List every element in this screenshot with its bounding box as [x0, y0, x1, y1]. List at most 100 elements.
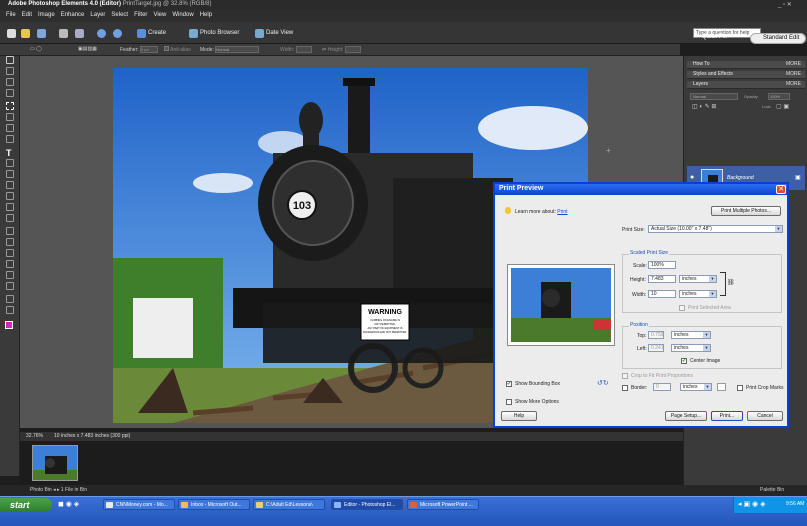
shape-tool-icon[interactable] — [6, 282, 14, 290]
magic-wand-tool-icon[interactable] — [6, 124, 14, 132]
layer-tools-icons[interactable]: ◫ ◐ ✎ ⊞ — [692, 103, 716, 110]
straighten-tool-icon[interactable] — [6, 181, 14, 189]
border-unit-select[interactable]: inches ▼ — [680, 383, 712, 391]
photo-bin-toggle[interactable]: Photo Bin ◂ ▸ 1 File in Bin — [30, 487, 87, 493]
height-input[interactable]: 7.483 — [648, 275, 676, 283]
lasso-tool-icon[interactable] — [6, 113, 14, 121]
red-eye-tool-icon[interactable] — [6, 192, 14, 200]
menu-item[interactable]: Layer — [90, 12, 105, 18]
move-tool-icon[interactable] — [6, 56, 14, 64]
hand-tool-icon[interactable] — [6, 78, 14, 86]
print-multiple-photos-button[interactable]: Print Multiple Photos... — [711, 206, 781, 216]
help-button[interactable]: Help — [501, 411, 537, 421]
width-input[interactable]: 10 — [648, 290, 676, 298]
menu-item[interactable]: View — [153, 12, 166, 18]
close-icon[interactable]: ✕ — [776, 185, 786, 194]
swap-icon[interactable]: ⇄ — [322, 47, 326, 53]
rotate-icon[interactable]: ↺↻ — [597, 379, 609, 387]
learn-more-print-link[interactable]: Print — [557, 209, 567, 215]
email-icon[interactable] — [72, 27, 87, 39]
print-selected-area-checkbox[interactable] — [679, 305, 685, 311]
width-unit-select[interactable]: inches ▼ — [679, 290, 717, 298]
styles-more-button[interactable]: MORE — [786, 71, 801, 77]
scale-input[interactable]: 100% — [648, 261, 676, 269]
center-image-checkbox[interactable]: ✔ — [681, 358, 687, 364]
open-icon[interactable] — [18, 27, 33, 39]
border-checkbox[interactable] — [622, 385, 628, 391]
taskbar-item[interactable]: Microsoft PowerPoint ... — [407, 499, 479, 510]
photo-bin-thumbnail[interactable] — [32, 445, 78, 481]
menu-item[interactable]: Filter — [134, 12, 147, 18]
lock-icon[interactable]: ▢ ▣ — [776, 103, 789, 110]
selection-brush-tool-icon[interactable] — [6, 135, 14, 143]
selection-mode-icons[interactable]: ▣▤▥▦ — [78, 46, 97, 52]
sponge-tool-icon[interactable] — [6, 306, 14, 314]
zoom-tool-icon[interactable] — [6, 67, 14, 75]
eraser-tool-icon[interactable] — [6, 227, 14, 235]
foreground-color-swatch[interactable] — [5, 321, 13, 329]
marquee-tool-icon[interactable] — [6, 102, 14, 110]
type-tool-icon[interactable]: T — [6, 148, 14, 158]
menu-item[interactable]: Enhance — [61, 12, 85, 18]
save-icon[interactable] — [34, 27, 49, 39]
menu-item[interactable]: Edit — [22, 12, 32, 18]
print-size-select[interactable]: Actual Size (10.00" x 7.48") ▼ — [648, 225, 783, 233]
print-icon[interactable] — [56, 27, 71, 39]
menu-item[interactable]: Image — [38, 12, 55, 18]
taskbar-item[interactable]: Editor - Photoshop El... — [331, 499, 403, 510]
pencil-tool-icon[interactable] — [6, 238, 14, 246]
brush-tool-icon[interactable] — [6, 249, 14, 257]
height-unit-select[interactable]: inches ▼ — [679, 275, 717, 283]
left-input[interactable]: 0.241 — [648, 344, 664, 352]
mode-select[interactable]: Normal — [215, 46, 260, 53]
undo-icon[interactable] — [94, 27, 109, 39]
height-input[interactable] — [344, 46, 361, 53]
document-size[interactable]: 10 inches x 7.483 inches (300 ppi) — [54, 433, 130, 439]
layer-visibility-eye-icon[interactable]: ● — [690, 174, 694, 181]
crop-to-fit-checkbox[interactable] — [622, 373, 628, 379]
clone-stamp-tool-icon[interactable] — [6, 214, 14, 222]
clock[interactable]: 9:56 AM — [786, 501, 804, 507]
standard-edit-button[interactable]: Standard Edit — [750, 33, 806, 44]
blur-tool-icon[interactable] — [6, 295, 14, 303]
quick-fix-button[interactable]: Quick Fix — [690, 34, 740, 44]
blend-mode-select[interactable]: Normal — [690, 93, 738, 100]
chain-link-icon[interactable]: ⛓ — [727, 279, 735, 286]
start-button[interactable]: start — [0, 498, 52, 512]
cookie-cutter-tool-icon[interactable] — [6, 170, 14, 178]
print-button[interactable]: Print... — [711, 411, 743, 421]
new-icon[interactable] — [4, 27, 19, 39]
redo-icon[interactable] — [110, 27, 125, 39]
border-input[interactable]: 0 — [653, 383, 671, 391]
create-button[interactable]: Create — [134, 27, 169, 39]
palette-bin-toggle[interactable]: Palette Bin — [760, 487, 784, 493]
feather-input[interactable]: 0 px — [140, 46, 159, 53]
taskbar-item[interactable]: Inbox - Microsoft Out... — [178, 499, 250, 510]
show-bounding-box-checkbox[interactable]: ✔ — [506, 381, 512, 387]
healing-brush-tool-icon[interactable] — [6, 203, 14, 211]
taskbar-item[interactable]: C:\Adult Ed\Lessons\ — [253, 499, 325, 510]
gradient-tool-icon[interactable] — [6, 271, 14, 279]
how-to-more-button[interactable]: MORE — [786, 61, 801, 67]
menu-item[interactable]: Help — [200, 12, 212, 18]
border-color-swatch[interactable] — [717, 383, 726, 391]
top-input[interactable]: 0.759 — [648, 331, 664, 339]
top-unit-select[interactable]: inches ▼ — [671, 331, 711, 339]
opacity-input[interactable]: 100% — [768, 93, 790, 100]
width-input[interactable] — [295, 46, 312, 53]
how-to-palette-header[interactable]: How To MORE — [687, 61, 805, 69]
page-setup-button[interactable]: Page Setup... — [665, 411, 707, 421]
layers-more-button[interactable]: MORE — [786, 81, 801, 87]
photo-browser-button[interactable]: Photo Browser — [186, 27, 242, 39]
anti-alias-checkbox[interactable] — [164, 46, 169, 51]
left-unit-select[interactable]: inches ▼ — [671, 344, 711, 352]
window-controls[interactable]: _ ▫ ✕ — [778, 1, 792, 8]
menu-item[interactable]: File — [6, 12, 16, 18]
taskbar-item[interactable]: CNNMoney.com - Mo... — [103, 499, 175, 510]
styles-palette-header[interactable]: Styles and Effects MORE — [687, 71, 805, 79]
menu-item[interactable]: Select — [111, 12, 128, 18]
crop-tool-icon[interactable] — [6, 159, 14, 167]
layers-palette-header[interactable]: Layers MORE — [687, 81, 805, 89]
menu-item[interactable]: Window — [172, 12, 193, 18]
marquee-rect-icon[interactable]: ▭ ◯ — [30, 46, 42, 52]
